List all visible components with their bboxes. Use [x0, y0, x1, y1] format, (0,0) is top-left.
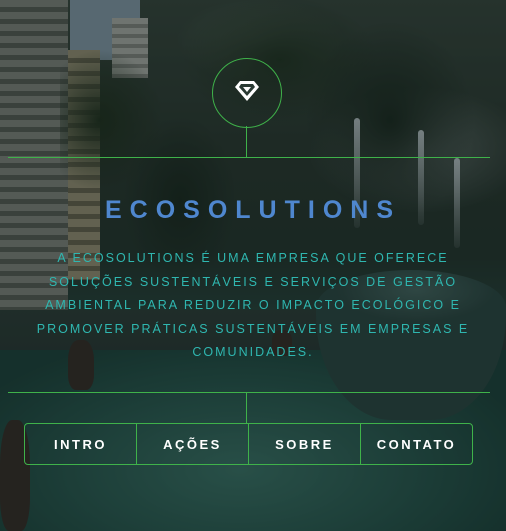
connector-line — [246, 126, 247, 157]
diamond-icon — [234, 80, 260, 107]
nav-item-contato[interactable]: CONTATO — [360, 424, 472, 464]
nav-item-acoes[interactable]: AÇÕES — [136, 424, 248, 464]
main-nav: INTRO AÇÕES SOBRE CONTATO — [24, 423, 473, 465]
page-title: ECOSOLUTIONS — [104, 196, 401, 224]
connector-line — [246, 392, 247, 423]
company-description: A ECOSOLUTIONS É UMA EMPRESA QUE OFERECE… — [36, 251, 470, 359]
divider-line — [8, 392, 490, 393]
nav-item-sobre[interactable]: SOBRE — [248, 424, 360, 464]
nav-item-intro[interactable]: INTRO — [25, 424, 136, 464]
logo[interactable] — [212, 58, 282, 128]
divider-line — [8, 157, 490, 158]
